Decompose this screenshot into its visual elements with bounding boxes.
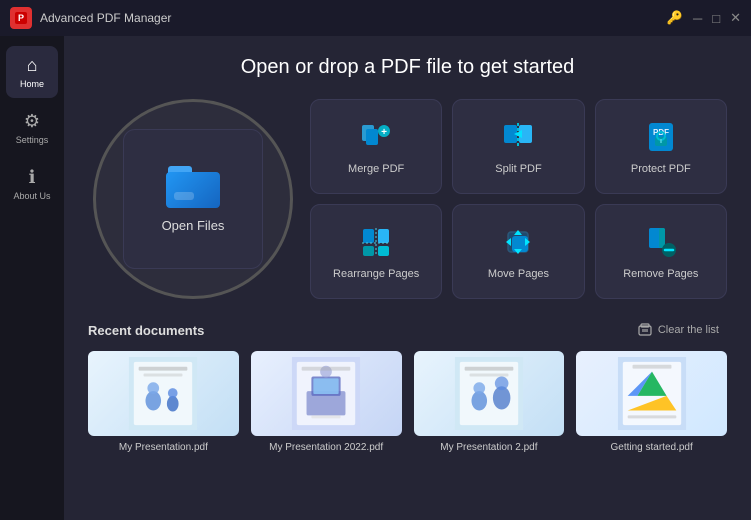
main-layout: ⌂ Home ⚙ Settings ℹ About Us Open or dro…	[0, 36, 751, 520]
doc-name-1: My Presentation.pdf	[88, 442, 239, 453]
thumb-content-3	[414, 351, 565, 436]
sidebar-item-about[interactable]: ℹ About Us	[6, 158, 58, 210]
merge-label: Merge PDF	[348, 163, 404, 175]
tool-rearrange[interactable]: Rearrange Pages	[310, 204, 442, 299]
split-icon	[500, 119, 536, 155]
thumb-content-4	[576, 351, 727, 436]
svg-text:P: P	[18, 13, 24, 23]
open-files-button[interactable]: Open Files	[123, 129, 263, 269]
tool-protect[interactable]: PDF Protect PDF	[595, 99, 727, 194]
tool-move[interactable]: Move Pages	[452, 204, 584, 299]
content-area: Open or drop a PDF file to get started O…	[64, 36, 751, 520]
clear-list-button[interactable]: Clear the list	[630, 319, 727, 341]
svg-text:+: +	[381, 127, 387, 138]
tool-merge[interactable]: + Merge PDF	[310, 99, 442, 194]
split-label: Split PDF	[495, 163, 541, 175]
doc-item-2[interactable]: My Presentation 2022.pdf	[251, 351, 402, 453]
tool-remove[interactable]: Remove Pages	[595, 204, 727, 299]
protect-label: Protect PDF	[631, 163, 691, 175]
open-files-label: Open Files	[162, 218, 225, 233]
title-bar: P Advanced PDF Manager 🔑 ─ □ ✕	[0, 0, 751, 36]
doc-item-1[interactable]: My Presentation.pdf	[88, 351, 239, 453]
move-label: Move Pages	[488, 268, 549, 280]
settings-icon: ⚙	[24, 111, 40, 132]
remove-icon	[643, 224, 679, 260]
title-bar-icons: 🔑 ─ □ ✕	[667, 10, 741, 26]
open-files-circle: Open Files	[93, 99, 293, 299]
tool-split[interactable]: Split PDF	[452, 99, 584, 194]
thumb-content-1	[88, 351, 239, 436]
recent-docs: My Presentation.pdf	[88, 351, 727, 453]
doc-thumb-2	[251, 351, 402, 436]
doc-thumb-1	[88, 351, 239, 436]
rearrange-icon	[358, 224, 394, 260]
sidebar-item-home[interactable]: ⌂ Home	[6, 46, 58, 98]
merge-icon: +	[358, 119, 394, 155]
clear-icon	[638, 323, 652, 337]
title-bar-left: P Advanced PDF Manager	[10, 7, 171, 29]
minimize-icon[interactable]: ─	[693, 11, 702, 26]
rearrange-label: Rearrange Pages	[333, 268, 419, 280]
sidebar-item-settings[interactable]: ⚙ Settings	[6, 102, 58, 154]
recent-title: Recent documents	[88, 323, 204, 338]
page-heading: Open or drop a PDF file to get started	[88, 56, 727, 79]
doc-name-4: Getting started.pdf	[576, 442, 727, 453]
home-icon: ⌂	[27, 55, 38, 76]
doc-name-2: My Presentation 2022.pdf	[251, 442, 402, 453]
doc-thumb-4	[576, 351, 727, 436]
doc-thumb-3	[414, 351, 565, 436]
doc-item-3[interactable]: My Presentation 2.pdf	[414, 351, 565, 453]
tool-cards: + Merge PDF Split PD	[310, 99, 727, 299]
key-icon: 🔑	[667, 10, 683, 26]
sidebar-settings-label: Settings	[16, 135, 49, 145]
maximize-icon[interactable]: □	[712, 11, 720, 26]
app-icon: P	[10, 7, 32, 29]
open-files-wrapper: Open Files	[88, 99, 298, 299]
clear-list-label: Clear the list	[658, 324, 719, 336]
thumb-content-2	[251, 351, 402, 436]
sidebar-home-label: Home	[20, 79, 44, 89]
about-icon: ℹ	[29, 167, 36, 188]
sidebar-about-label: About Us	[13, 191, 50, 201]
close-icon[interactable]: ✕	[730, 10, 741, 26]
protect-icon: PDF	[643, 119, 679, 155]
recent-header: Recent documents Clear the list	[88, 319, 727, 341]
doc-item-4[interactable]: Getting started.pdf	[576, 351, 727, 453]
remove-label: Remove Pages	[623, 268, 698, 280]
sidebar: ⌂ Home ⚙ Settings ℹ About Us	[0, 36, 64, 520]
folder-icon	[166, 166, 220, 208]
tool-grid-area: Open Files + Merge PDF	[88, 99, 727, 299]
doc-name-3: My Presentation 2.pdf	[414, 442, 565, 453]
title-bar-title: Advanced PDF Manager	[40, 11, 171, 25]
recent-section: Recent documents Clear the list	[88, 319, 727, 453]
move-icon	[500, 224, 536, 260]
